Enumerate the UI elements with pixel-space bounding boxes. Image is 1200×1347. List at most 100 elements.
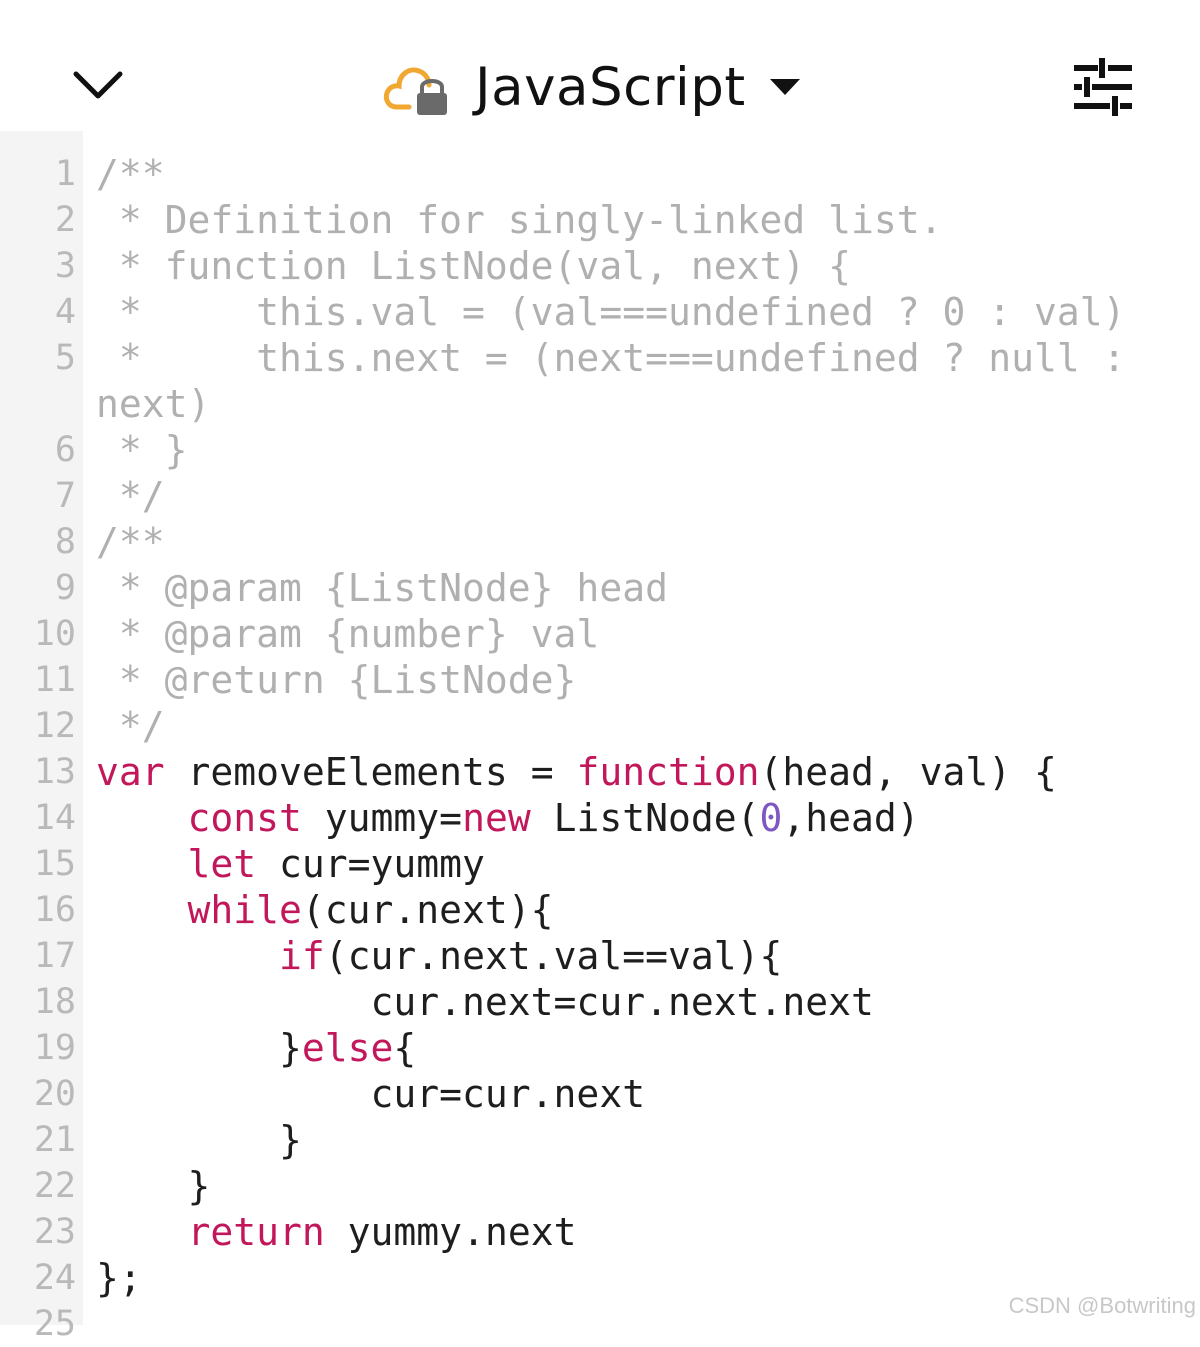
code-line[interactable]: 19 }else{ (0, 1025, 1200, 1071)
line-number: 17 (0, 933, 76, 979)
code-token: cur=yummy (256, 842, 485, 886)
code-text[interactable]: if(cur.next.val==val){ (96, 933, 782, 979)
code-text[interactable]: */ (96, 473, 165, 519)
code-line[interactable]: 21 } (0, 1117, 1200, 1163)
code-token (96, 796, 188, 840)
line-number: 12 (0, 703, 76, 749)
code-token: } (96, 1118, 302, 1162)
line-number: 15 (0, 841, 76, 887)
code-text[interactable]: * } (96, 427, 188, 473)
line-number: 10 (0, 611, 76, 657)
code-line[interactable]: 14 const yummy=new ListNode(0,head) (0, 795, 1200, 841)
code-text[interactable]: var removeElements = function(head, val)… (96, 749, 1057, 795)
code-line[interactable]: 2 * Definition for singly-linked list. (0, 197, 1200, 243)
line-number: 5 (0, 335, 76, 381)
code-text[interactable]: } (96, 1163, 210, 1209)
code-text[interactable]: * this.val = (val===undefined ? 0 : val) (96, 289, 1126, 335)
line-number: 14 (0, 795, 76, 841)
code-text[interactable]: * Definition for singly-linked list. (96, 197, 942, 243)
comment-token: * function ListNode(val, next) { (96, 244, 851, 288)
code-text[interactable]: while(cur.next){ (96, 887, 554, 933)
code-line[interactable]: 7 */ (0, 473, 1200, 519)
code-line[interactable]: 16 while(cur.next){ (0, 887, 1200, 933)
code-token (96, 1210, 188, 1254)
keyword-token: let (188, 842, 257, 886)
code-line[interactable]: 5 * this.next = (next===undefined ? null… (0, 335, 1200, 381)
code-text[interactable]: } (96, 1117, 302, 1163)
code-text[interactable]: * @param {ListNode} head (96, 565, 668, 611)
code-line[interactable]: 22 } (0, 1163, 1200, 1209)
keyword-token: function (576, 750, 759, 794)
line-number: 24 (0, 1255, 76, 1301)
chevron-down-icon[interactable] (70, 62, 126, 106)
code-token: (cur.next){ (302, 888, 554, 932)
comment-token: /** (96, 520, 165, 564)
code-line[interactable]: 18 cur.next=cur.next.next (0, 979, 1200, 1025)
code-token (96, 888, 188, 932)
comment-token: /** (96, 152, 165, 196)
comment-token: * @param {number} val (96, 612, 599, 656)
code-text[interactable]: const yummy=new ListNode(0,head) (96, 795, 920, 841)
code-token: { (393, 1026, 416, 1070)
code-token: (cur.next.val==val){ (325, 934, 783, 978)
code-line[interactable]: 1 /** (0, 151, 1200, 197)
comment-token: next) (96, 382, 210, 426)
code-text[interactable]: }; (96, 1255, 142, 1301)
line-number: 4 (0, 289, 76, 335)
code-line[interactable]: 17 if(cur.next.val==val){ (0, 933, 1200, 979)
code-text[interactable]: /** (96, 151, 165, 197)
code-text[interactable]: */ (96, 703, 165, 749)
line-number: 9 (0, 565, 76, 611)
keyword-token: else (302, 1026, 394, 1070)
language-selector[interactable]: JavaScript (383, 52, 800, 122)
code-line[interactable]: 15 let cur=yummy (0, 841, 1200, 887)
code-line[interactable]: 23 return yummy.next (0, 1209, 1200, 1255)
line-number: 25 (0, 1301, 76, 1347)
comment-token: * this.val = (val===undefined ? 0 : val) (96, 290, 1126, 334)
code-line[interactable]: 11 * @return {ListNode} (0, 657, 1200, 703)
code-line[interactable]: 10 * @param {number} val (0, 611, 1200, 657)
code-line[interactable]: 3 * function ListNode(val, next) { (0, 243, 1200, 289)
code-text[interactable]: /** (96, 519, 165, 565)
code-line[interactable]: 6 * } (0, 427, 1200, 473)
code-line[interactable]: 4 * this.val = (val===undefined ? 0 : va… (0, 289, 1200, 335)
code-text[interactable]: return yummy.next (96, 1209, 576, 1255)
code-text[interactable]: * this.next = (next===undefined ? null : (96, 335, 1126, 381)
sliders-icon[interactable] (1070, 56, 1134, 118)
code-token: yummy.next (325, 1210, 577, 1254)
line-number: 23 (0, 1209, 76, 1255)
caret-down-icon[interactable] (770, 77, 800, 97)
line-number: 8 (0, 519, 76, 565)
code-text[interactable]: cur.next=cur.next.next (96, 979, 874, 1025)
code-editor[interactable]: 1/**2 * Definition for singly-linked lis… (0, 131, 1200, 1325)
code-text[interactable]: }else{ (96, 1025, 416, 1071)
number-token: 0 (759, 796, 782, 840)
code-token: } (96, 1026, 302, 1070)
code-text[interactable]: * @return {ListNode} (96, 657, 576, 703)
top-bar: JavaScript (0, 0, 1200, 131)
code-line[interactable]: 9 * @param {ListNode} head (0, 565, 1200, 611)
keyword-token: var (96, 750, 165, 794)
language-label[interactable]: JavaScript (475, 57, 746, 118)
line-number: 1 (0, 151, 76, 197)
cloud-lock-icon (383, 57, 451, 117)
code-text[interactable]: * @param {number} val (96, 611, 599, 657)
keyword-token: if (279, 934, 325, 978)
code-line[interactable]: 12 */ (0, 703, 1200, 749)
code-text[interactable]: next) (96, 381, 210, 427)
code-line[interactable]: next) (0, 381, 1200, 427)
code-token: yummy= (302, 796, 462, 840)
line-number: 18 (0, 979, 76, 1025)
code-text[interactable]: cur=cur.next (96, 1071, 645, 1117)
line-number: 13 (0, 749, 76, 795)
code-text[interactable]: * function ListNode(val, next) { (96, 243, 851, 289)
keyword-token: new (462, 796, 531, 840)
code-token: cur=cur.next (96, 1072, 645, 1116)
code-line[interactable]: 20 cur=cur.next (0, 1071, 1200, 1117)
code-token: } (96, 1164, 210, 1208)
keyword-token: while (188, 888, 302, 932)
code-text[interactable]: let cur=yummy (96, 841, 485, 887)
line-number: 16 (0, 887, 76, 933)
code-line[interactable]: 13 var removeElements = function(head, va… (0, 749, 1200, 795)
code-line[interactable]: 8 /** (0, 519, 1200, 565)
